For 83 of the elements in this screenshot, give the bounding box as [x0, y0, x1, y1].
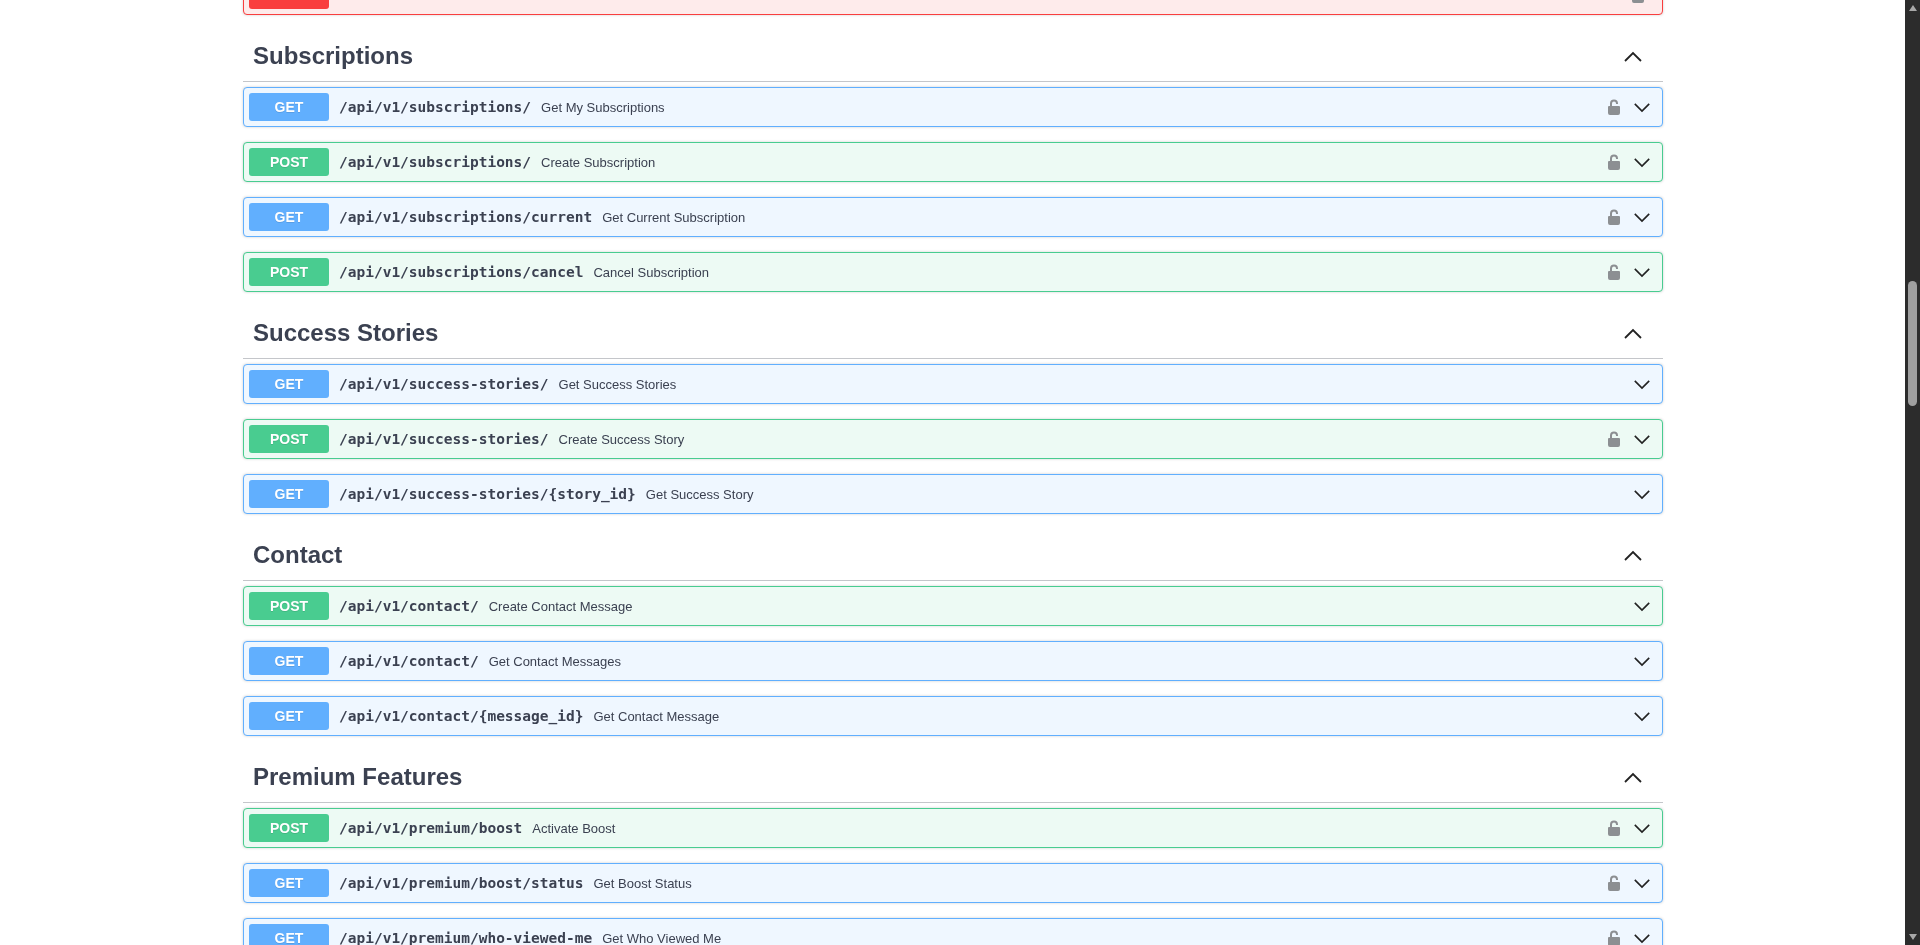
method-badge: GET: [249, 93, 329, 121]
method-badge: GET: [249, 647, 329, 675]
padlock-icon[interactable]: [1607, 820, 1621, 836]
method-badge: POST: [249, 258, 329, 286]
expand-chevron-icon[interactable]: [1633, 101, 1651, 113]
endpoint-summary: Get Contact Messages: [488, 653, 621, 669]
endpoint-path: /api/v1/contact/: [338, 598, 480, 614]
endpoint-summary: Create Contact Message: [488, 598, 633, 614]
expand-chevron-icon[interactable]: [1633, 932, 1651, 944]
scroll-down-arrow-icon[interactable]: [1907, 933, 1918, 941]
endpoint-path: /api/v1/subscriptions/: [338, 99, 533, 115]
endpoint-summary: Activate Boost: [532, 820, 616, 836]
operation-row[interactable]: GET /api/v1/subscriptions/current Get Current Subscription: [243, 197, 1663, 237]
endpoint-summary: Cancel Subscription: [593, 264, 710, 280]
section-heading[interactable]: Contact: [253, 540, 343, 569]
expand-chevron-icon[interactable]: [1633, 378, 1651, 390]
endpoint-path: /api/v1/subscriptions/current: [338, 209, 594, 225]
endpoint-summary: Create Subscription: [541, 154, 656, 170]
collapse-chevron-icon[interactable]: [1623, 548, 1643, 561]
operation-row[interactable]: GET /api/v1/success-stories/ Get Success Stories: [243, 364, 1663, 404]
operation-row[interactable]: GET /api/v1/contact/{message_id} Get Contact Message: [243, 696, 1663, 736]
endpoint-path: /api/v1/contact/{message_id}: [338, 708, 585, 724]
method-badge: POST: [249, 148, 329, 176]
section-heading[interactable]: Premium Features: [253, 762, 463, 791]
operation-row[interactable]: GET /api/v1/success-stories/{story_id} Get Success Story: [243, 474, 1663, 514]
method-badge: GET: [249, 924, 329, 945]
scroll-up-arrow-icon[interactable]: [1907, 4, 1918, 12]
endpoint-path: /api/v1/subscriptions/: [338, 154, 533, 170]
endpoint-path: /api/v1/premium/boost/status: [338, 875, 585, 891]
expand-chevron-icon[interactable]: [1633, 433, 1651, 445]
operation-row[interactable]: GET /api/v1/premium/boost/status Get Boost Status: [243, 863, 1663, 903]
collapse-chevron-icon[interactable]: [1623, 49, 1643, 62]
method-badge: POST: [249, 814, 329, 842]
method-badge: GET: [249, 203, 329, 231]
operation-row[interactable]: POST /api/v1/subscriptions/cancel Cancel Subscription: [243, 252, 1663, 292]
endpoint-summary: Get Success Stories: [558, 376, 677, 392]
endpoint-summary: Get My Subscriptions: [541, 99, 665, 115]
expand-chevron-icon[interactable]: [1633, 600, 1651, 612]
scrollbar-thumb[interactable]: [1908, 281, 1917, 406]
scrollbar[interactable]: [1905, 0, 1920, 945]
method-badge: GET: [249, 702, 329, 730]
operation-row[interactable]: POST /api/v1/success-stories/ Create Success Story: [243, 419, 1663, 459]
method-badge: POST: [249, 425, 329, 453]
expand-chevron-icon[interactable]: [1633, 488, 1651, 500]
expand-chevron-icon[interactable]: [1633, 655, 1651, 667]
expand-chevron-icon[interactable]: [1633, 156, 1651, 168]
operation-row[interactable]: POST /api/v1/contact/ Create Contact Message: [243, 586, 1663, 626]
method-badge: GET: [249, 480, 329, 508]
endpoint-summary: Get Current Subscription: [602, 209, 746, 225]
expand-chevron-icon[interactable]: [1633, 710, 1651, 722]
endpoint-path: /api/v1/contact/: [338, 653, 480, 669]
method-badge: GET: [249, 869, 329, 897]
operation-row[interactable]: GET /api/v1/contact/ Get Contact Messages: [243, 641, 1663, 681]
padlock-icon[interactable]: [1607, 930, 1621, 945]
method-badge: GET: [249, 370, 329, 398]
collapse-chevron-icon[interactable]: [1623, 326, 1643, 339]
endpoint-summary: Get Who Viewed Me: [602, 930, 722, 945]
padlock-icon[interactable]: [1607, 431, 1621, 447]
endpoint-summary: Create Success Story: [558, 431, 685, 447]
expand-chevron-icon[interactable]: [1633, 877, 1651, 889]
endpoint-path: /api/v1/success-stories/: [338, 376, 550, 392]
expand-chevron-icon[interactable]: [1633, 822, 1651, 834]
operation-row[interactable]: POST /api/v1/subscriptions/ Create Subscription: [243, 142, 1663, 182]
padlock-icon[interactable]: [1607, 264, 1621, 280]
padlock-icon[interactable]: [1607, 875, 1621, 891]
endpoint-path: /api/v1/success-stories/{story_id}: [338, 486, 637, 502]
endpoint-path: /api/v1/success-stories/: [338, 431, 550, 447]
section-heading[interactable]: Success Stories: [253, 318, 439, 347]
padlock-icon[interactable]: [1607, 154, 1621, 170]
endpoint-path: /api/v1/premium/boost: [338, 820, 524, 836]
expand-chevron-icon[interactable]: [1633, 266, 1651, 278]
endpoint-summary: Get Boost Status: [593, 875, 692, 891]
endpoint-path: /api/v1/subscriptions/cancel: [338, 264, 585, 280]
endpoint-summary: Get Contact Message: [593, 708, 720, 724]
section-heading[interactable]: Subscriptions: [253, 41, 414, 70]
expand-chevron-icon[interactable]: [1633, 211, 1651, 223]
method-badge: POST: [249, 592, 329, 620]
operation-row[interactable]: POST /api/v1/premium/boost Activate Boost: [243, 808, 1663, 848]
endpoint-summary: Get Success Story: [645, 486, 754, 502]
padlock-icon[interactable]: [1607, 99, 1621, 115]
collapse-chevron-icon[interactable]: [1623, 770, 1643, 783]
padlock-icon[interactable]: [1607, 209, 1621, 225]
operation-row[interactable]: GET /api/v1/subscriptions/ Get My Subscriptions: [243, 87, 1663, 127]
